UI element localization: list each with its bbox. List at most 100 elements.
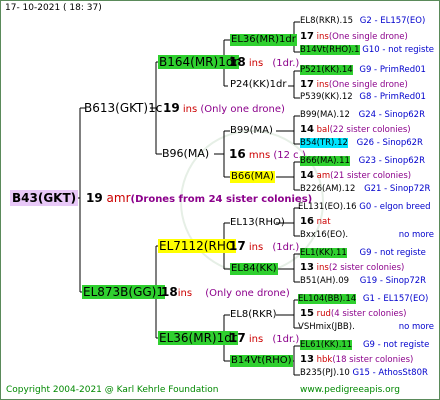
gen2-year-1: 16 [229,147,246,161]
gen2-note-3: (1dr.) [272,334,300,345]
gen4-row-6: B99(MA).12 G24 - Sinop62R [300,111,425,120]
gen4-info-14: no more [398,230,434,240]
gen4-row-11: B226(AM).12 G21 - Sinop72R [300,185,430,194]
gen4-year-4: 17 [300,79,314,90]
gen4-info-0: G2 - EL157(EO) [359,16,426,26]
gen4-queen-9[interactable]: B66(MA).11 [300,156,350,166]
gen4-suffix-13: nat [316,217,331,227]
gen3-queen-5[interactable]: EL84(KK) [230,263,278,275]
gen4-suffix-4: ins [316,80,329,90]
gen3-queen-4[interactable]: EL13(RHO) [230,218,285,228]
gen4-row-9: B66(MA).11 G23 - Sinop62R [300,156,425,166]
website-link[interactable]: www.pedigreeapis.org [300,386,400,395]
gen2-suffix-1: mns [248,150,271,161]
gen4-note-10: (21 sister colonies) [330,171,412,181]
gen4-queen-3[interactable]: P521(KK).14 [300,65,353,75]
gen2-note-0: (1dr.) [272,58,300,69]
gen3-queen-0[interactable]: EL36(MR)1dr [230,34,297,46]
copyright-text: Copyright 2004-2021 @ Karl Kehrle Founda… [6,385,219,395]
gen2-note-2: (1dr.) [272,242,300,253]
gen4-queen-15[interactable]: EL1(KK).11 [300,248,347,258]
root-queen-name[interactable]: B43(GKT) [10,190,79,206]
gen4-row-23: B235(PJ).10 G15 - AthosSt80R [300,369,428,378]
gen2-year-3: 17 [229,331,246,345]
gen4-queen-18[interactable]: EL104(BB).14 [298,294,357,304]
gen4-note-7: (22 sister colonies) [329,125,411,135]
gen1-queen-1[interactable]: EL873B(GG)1 [82,285,165,299]
gen4-mating-10: 14 am(21 sister colonies) [300,171,411,181]
root-suffix: amr [106,191,131,205]
gen4-row-15: EL1(KK).11 G9 - not registe [300,248,426,258]
gen4-year-1: 17 [300,31,314,42]
gen4-queen-8[interactable]: B54(TR).12 [300,138,348,148]
gen2-queen-3[interactable]: EL36(MR)1dr [158,331,238,345]
root-queen-info: 19 amr(Drones from 24 sister colonies) [86,192,312,205]
gen3-queen-2[interactable]: B99(MA) [230,126,273,136]
gen4-queen-12[interactable]: EL131(EO).16 [298,202,357,212]
gen1-info-0: 19 ins (Only one drone) [163,102,285,115]
gen4-queen-5[interactable]: P539(KK).12 [300,92,353,102]
gen2-queen-2[interactable]: EL7112(RHO [158,239,237,253]
gen4-note-4: (One single drone) [328,80,408,90]
gen2-suffix-3: ins [248,334,264,345]
gen2-info-3: 17 ins (1dr.) [229,332,299,345]
gen4-note-1: (One single drone) [328,32,408,42]
gen4-year-7: 14 [300,124,314,135]
gen3-queen-6[interactable]: EL8(RKR) [230,310,277,320]
gen4-info-11: G21 - Sinop72R [364,184,431,194]
gen1-queen-0[interactable]: B613(GKT)1c [84,102,162,114]
gen4-suffix-19: rud [316,309,331,319]
gen3-queen-3[interactable]: B66(MA) [230,171,275,183]
gen4-info-20: no more [398,322,434,332]
gen1-suffix-0: ins [182,104,198,115]
gen4-row-2: B14Vt(RHO).1 G10 - not registe [300,45,434,55]
gen4-suffix-16: ins [316,263,329,273]
gen2-info-0: 18 ins (1dr.) [229,56,299,69]
gen4-year-13: 16 [300,216,314,227]
gen4-queen-23[interactable]: B235(PJ).10 [300,368,350,378]
gen4-queen-11[interactable]: B226(AM).12 [300,184,355,194]
gen2-queen-1[interactable]: B96(MA) [162,148,209,159]
gen4-row-21: EL61(KK).11 G9 - not registe [300,340,430,350]
gen4-note-16: (2 sister colonies) [328,263,405,273]
gen4-row-12: EL131(EO).16 G0 - elgon breed [298,203,431,212]
gen4-row-8: B54(TR).12 G26 - Sinop62R [300,138,423,148]
gen4-suffix-7: bal [316,125,330,135]
gen1-note-0: (Only one drone) [200,104,285,115]
gen4-mating-22: 13 hbk(18 sister colonies) [300,355,413,365]
gen2-year-2: 17 [229,239,246,253]
gen4-queen-6[interactable]: B99(MA).12 [300,110,350,120]
gen4-info-17: G19 - Sinop72R [359,276,427,286]
gen4-info-9: G23 - Sinop62R [358,156,425,166]
gen4-queen-21[interactable]: EL61(KK).11 [300,340,353,350]
gen4-queen-0[interactable]: EL8(RKR).15 [300,16,353,26]
gen4-info-5: G8 - PrimRed01 [359,92,426,102]
gen4-year-22: 13 [300,354,314,365]
gen4-info-12: G0 - elgon breed [359,202,431,212]
gen2-suffix-2: ins [248,242,264,253]
root-note: (Drones from 24 sister colonies) [130,194,313,205]
gen4-suffix-10: am [316,171,331,181]
gen4-queen-17[interactable]: B51(AH).09 [300,276,349,286]
date-stamp: 17- 10-2021 ( 18: 37) [5,3,102,13]
gen4-year-16: 13 [300,262,314,273]
gen4-row-20: VSHmix(JBB). no more [298,323,434,332]
gen3-queen-1[interactable]: P24(KK)1dr [230,80,287,90]
gen4-queen-2[interactable]: B14Vt(RHO).1 [300,45,360,55]
gen4-info-21: G9 - not registe [362,340,430,350]
gen4-queen-20[interactable]: VSHmix(JBB). [298,322,355,332]
gen4-row-0: EL8(RKR).15 G2 - EL157(EO) [300,17,425,26]
gen4-mating-4: 17 ins(One single drone) [300,80,408,90]
gen4-year-10: 14 [300,170,314,181]
gen3-queen-7[interactable]: B14Vt(RHO) [230,355,293,367]
gen2-queen-0[interactable]: B164(MR)1dr [158,55,240,69]
gen4-year-19: 15 [300,308,314,319]
gen4-info-3: G9 - PrimRed01 [359,65,426,75]
gen4-mating-1: 17 ins(One single drone) [300,32,408,42]
gen2-info-1: 16 mns (12 c.) [229,148,306,161]
gen4-mating-19: 15 rud(4 sister colonies) [300,309,406,319]
gen1-info-1: 18ins (Only one drone) [161,286,290,299]
root-year: 19 [86,191,103,205]
gen1-year-1: 18 [161,285,178,299]
gen4-queen-14[interactable]: Bxx16(EO). [300,230,348,240]
